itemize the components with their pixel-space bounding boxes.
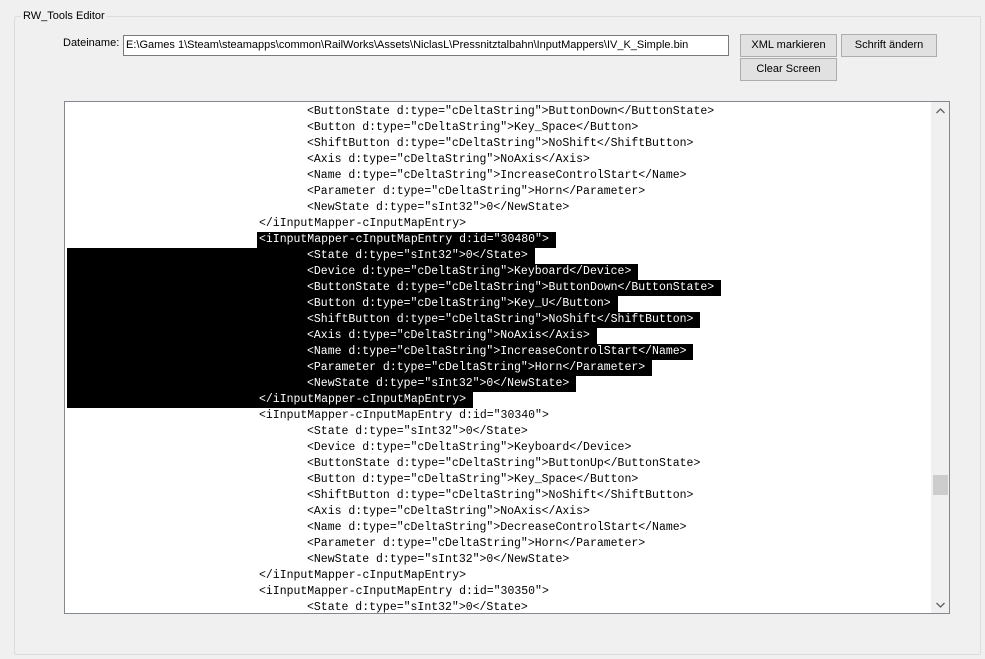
code-line: <Device d:type="cDeltaString">Keyboard</… (65, 440, 932, 456)
code-line-text: <Axis d:type="cDeltaString">NoAxis</Axis… (307, 505, 590, 518)
code-line-text: <iInputMapper-cInputMapEntry d:id="30340… (259, 409, 549, 422)
code-line: <Axis d:type="cDeltaString">NoAxis</Axis… (65, 152, 932, 168)
code-line: <iInputMapper-cInputMapEntry d:id="30350… (65, 584, 932, 600)
code-line-text: <ButtonState d:type="cDeltaString">Butto… (307, 105, 715, 118)
code-line: <State d:type="sInt32">0</State> (65, 600, 932, 614)
code-line-text: <NewState d:type="sInt32">0</NewState> (307, 201, 570, 214)
code-line-text: <ShiftButton d:type="cDeltaString">NoShi… (307, 137, 694, 150)
code-line: <State d:type="sInt32">0</State> (65, 248, 932, 264)
code-line: <NewState d:type="sInt32">0</NewState> (65, 552, 932, 568)
code-line: <Name d:type="cDeltaString">IncreaseCont… (65, 168, 932, 184)
vertical-scrollbar[interactable] (931, 102, 949, 613)
code-line-text: <iInputMapper-cInputMapEntry d:id="30480… (257, 232, 556, 248)
clear-screen-button[interactable]: Clear Screen (740, 58, 837, 81)
code-line: <ShiftButton d:type="cDeltaString">NoShi… (65, 488, 932, 504)
code-line-text: <Device d:type="cDeltaString">Keyboard</… (307, 441, 632, 454)
filename-label: Dateiname: (63, 37, 120, 49)
code-line: <Parameter d:type="cDeltaString">Horn</P… (65, 536, 932, 552)
code-line: <NewState d:type="sInt32">0</NewState> (65, 376, 932, 392)
code-line: <Axis d:type="cDeltaString">NoAxis</Axis… (65, 328, 932, 344)
code-line-text: <ButtonState d:type="cDeltaString">Butto… (307, 457, 701, 470)
code-line: <Parameter d:type="cDeltaString">Horn</P… (65, 360, 932, 376)
code-line-text: <ShiftButton d:type="cDeltaString">NoShi… (307, 489, 694, 502)
xml-text-editor[interactable]: <ButtonState d:type="cDeltaString">Butto… (64, 101, 950, 614)
change-font-button[interactable]: Schrift ändern (841, 34, 937, 57)
code-line-text: <Name d:type="cDeltaString">IncreaseCont… (305, 344, 694, 360)
xml-mark-button[interactable]: XML markieren (740, 34, 837, 57)
code-line-text: </iInputMapper-cInputMapEntry> (259, 217, 467, 230)
code-line-text: <Button d:type="cDeltaString">Key_U</But… (305, 296, 618, 312)
code-line: <ButtonState d:type="cDeltaString">Butto… (65, 280, 932, 296)
code-line: <Name d:type="cDeltaString">DecreaseCont… (65, 520, 932, 536)
code-line-text: <ButtonState d:type="cDeltaString">Butto… (305, 280, 722, 296)
code-line: <Device d:type="cDeltaString">Keyboard</… (65, 264, 932, 280)
code-line: <Button d:type="cDeltaString">Key_Space<… (65, 120, 932, 136)
code-line-text: <State d:type="sInt32">0</State> (305, 248, 535, 264)
code-line-text: <Button d:type="cDeltaString">Key_Space<… (307, 121, 639, 134)
code-line: <ShiftButton d:type="cDeltaString">NoShi… (65, 312, 932, 328)
code-line-text: <ShiftButton d:type="cDeltaString">NoShi… (305, 312, 701, 328)
code-line: <NewState d:type="sInt32">0</NewState> (65, 200, 932, 216)
filename-input[interactable]: E:\Games 1\Steam\steamapps\common\RailWo… (123, 35, 729, 56)
code-line: <ShiftButton d:type="cDeltaString">NoShi… (65, 136, 932, 152)
code-line-text: <Axis d:type="cDeltaString">NoAxis</Axis… (307, 153, 590, 166)
code-line-text: <Parameter d:type="cDeltaString">Horn</P… (305, 360, 653, 376)
code-line: <Name d:type="cDeltaString">IncreaseCont… (65, 344, 932, 360)
groupbox-title: RW_Tools Editor (21, 10, 107, 23)
code-line: </iInputMapper-cInputMapEntry> (65, 216, 932, 232)
code-line-text: <iInputMapper-cInputMapEntry d:id="30350… (259, 585, 549, 598)
code-line: <iInputMapper-cInputMapEntry d:id="30340… (65, 408, 932, 424)
code-line-text: <NewState d:type="sInt32">0</NewState> (307, 553, 570, 566)
code-line-text: <Button d:type="cDeltaString">Key_Space<… (307, 473, 639, 486)
code-line-text: <Parameter d:type="cDeltaString">Horn</P… (307, 537, 646, 550)
code-line-text: <State d:type="sInt32">0</State> (307, 425, 528, 438)
code-line: <Axis d:type="cDeltaString">NoAxis</Axis… (65, 504, 932, 520)
code-line-text: <Name d:type="cDeltaString">IncreaseCont… (307, 169, 687, 182)
chevron-down-icon[interactable] (932, 596, 949, 613)
code-line-text: <Axis d:type="cDeltaString">NoAxis</Axis… (305, 328, 597, 344)
code-line: <ButtonState d:type="cDeltaString">Butto… (65, 104, 932, 120)
code-line: <Parameter d:type="cDeltaString">Horn</P… (65, 184, 932, 200)
code-line-text: </iInputMapper-cInputMapEntry> (257, 392, 473, 408)
scrollbar-thumb[interactable] (933, 475, 948, 496)
code-line: </iInputMapper-cInputMapEntry> (65, 568, 932, 584)
code-line-text: <NewState d:type="sInt32">0</NewState> (305, 376, 577, 392)
code-line: <Button d:type="cDeltaString">Key_Space<… (65, 472, 932, 488)
code-line: <iInputMapper-cInputMapEntry d:id="30480… (65, 232, 932, 248)
code-lines: <ButtonState d:type="cDeltaString">Butto… (65, 104, 932, 614)
code-line: <State d:type="sInt32">0</State> (65, 424, 932, 440)
code-line-text: <Device d:type="cDeltaString">Keyboard</… (305, 264, 639, 280)
code-line: <Button d:type="cDeltaString">Key_U</But… (65, 296, 932, 312)
code-line: <ButtonState d:type="cDeltaString">Butto… (65, 456, 932, 472)
chevron-up-icon[interactable] (932, 102, 949, 119)
code-line-text: <Name d:type="cDeltaString">DecreaseCont… (307, 521, 687, 534)
code-line: </iInputMapper-cInputMapEntry> (65, 392, 932, 408)
code-line-text: <Parameter d:type="cDeltaString">Horn</P… (307, 185, 646, 198)
code-line-text: </iInputMapper-cInputMapEntry> (259, 569, 467, 582)
code-line-text: <State d:type="sInt32">0</State> (307, 601, 528, 614)
